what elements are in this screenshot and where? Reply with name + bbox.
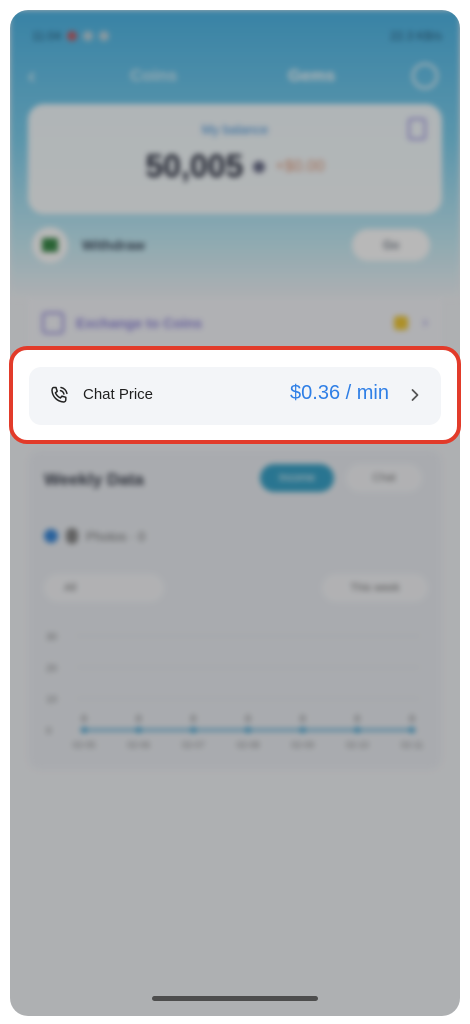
modal-dim-overlay <box>10 10 460 1016</box>
chat-price-row[interactable]: Chat Price $0.36 / min <box>29 367 441 425</box>
phone-icon <box>51 386 68 403</box>
app-screen: 11:04 22.3 KB/s ‹ Coins Gems My balance … <box>10 10 460 1016</box>
home-indicator <box>152 996 318 1001</box>
chat-price-label: Chat Price <box>83 386 154 403</box>
chat-price-highlight: Chat Price $0.36 / min <box>9 346 461 444</box>
chat-price-value: $0.36 / min <box>290 382 389 404</box>
chevron-right-icon <box>411 389 419 401</box>
